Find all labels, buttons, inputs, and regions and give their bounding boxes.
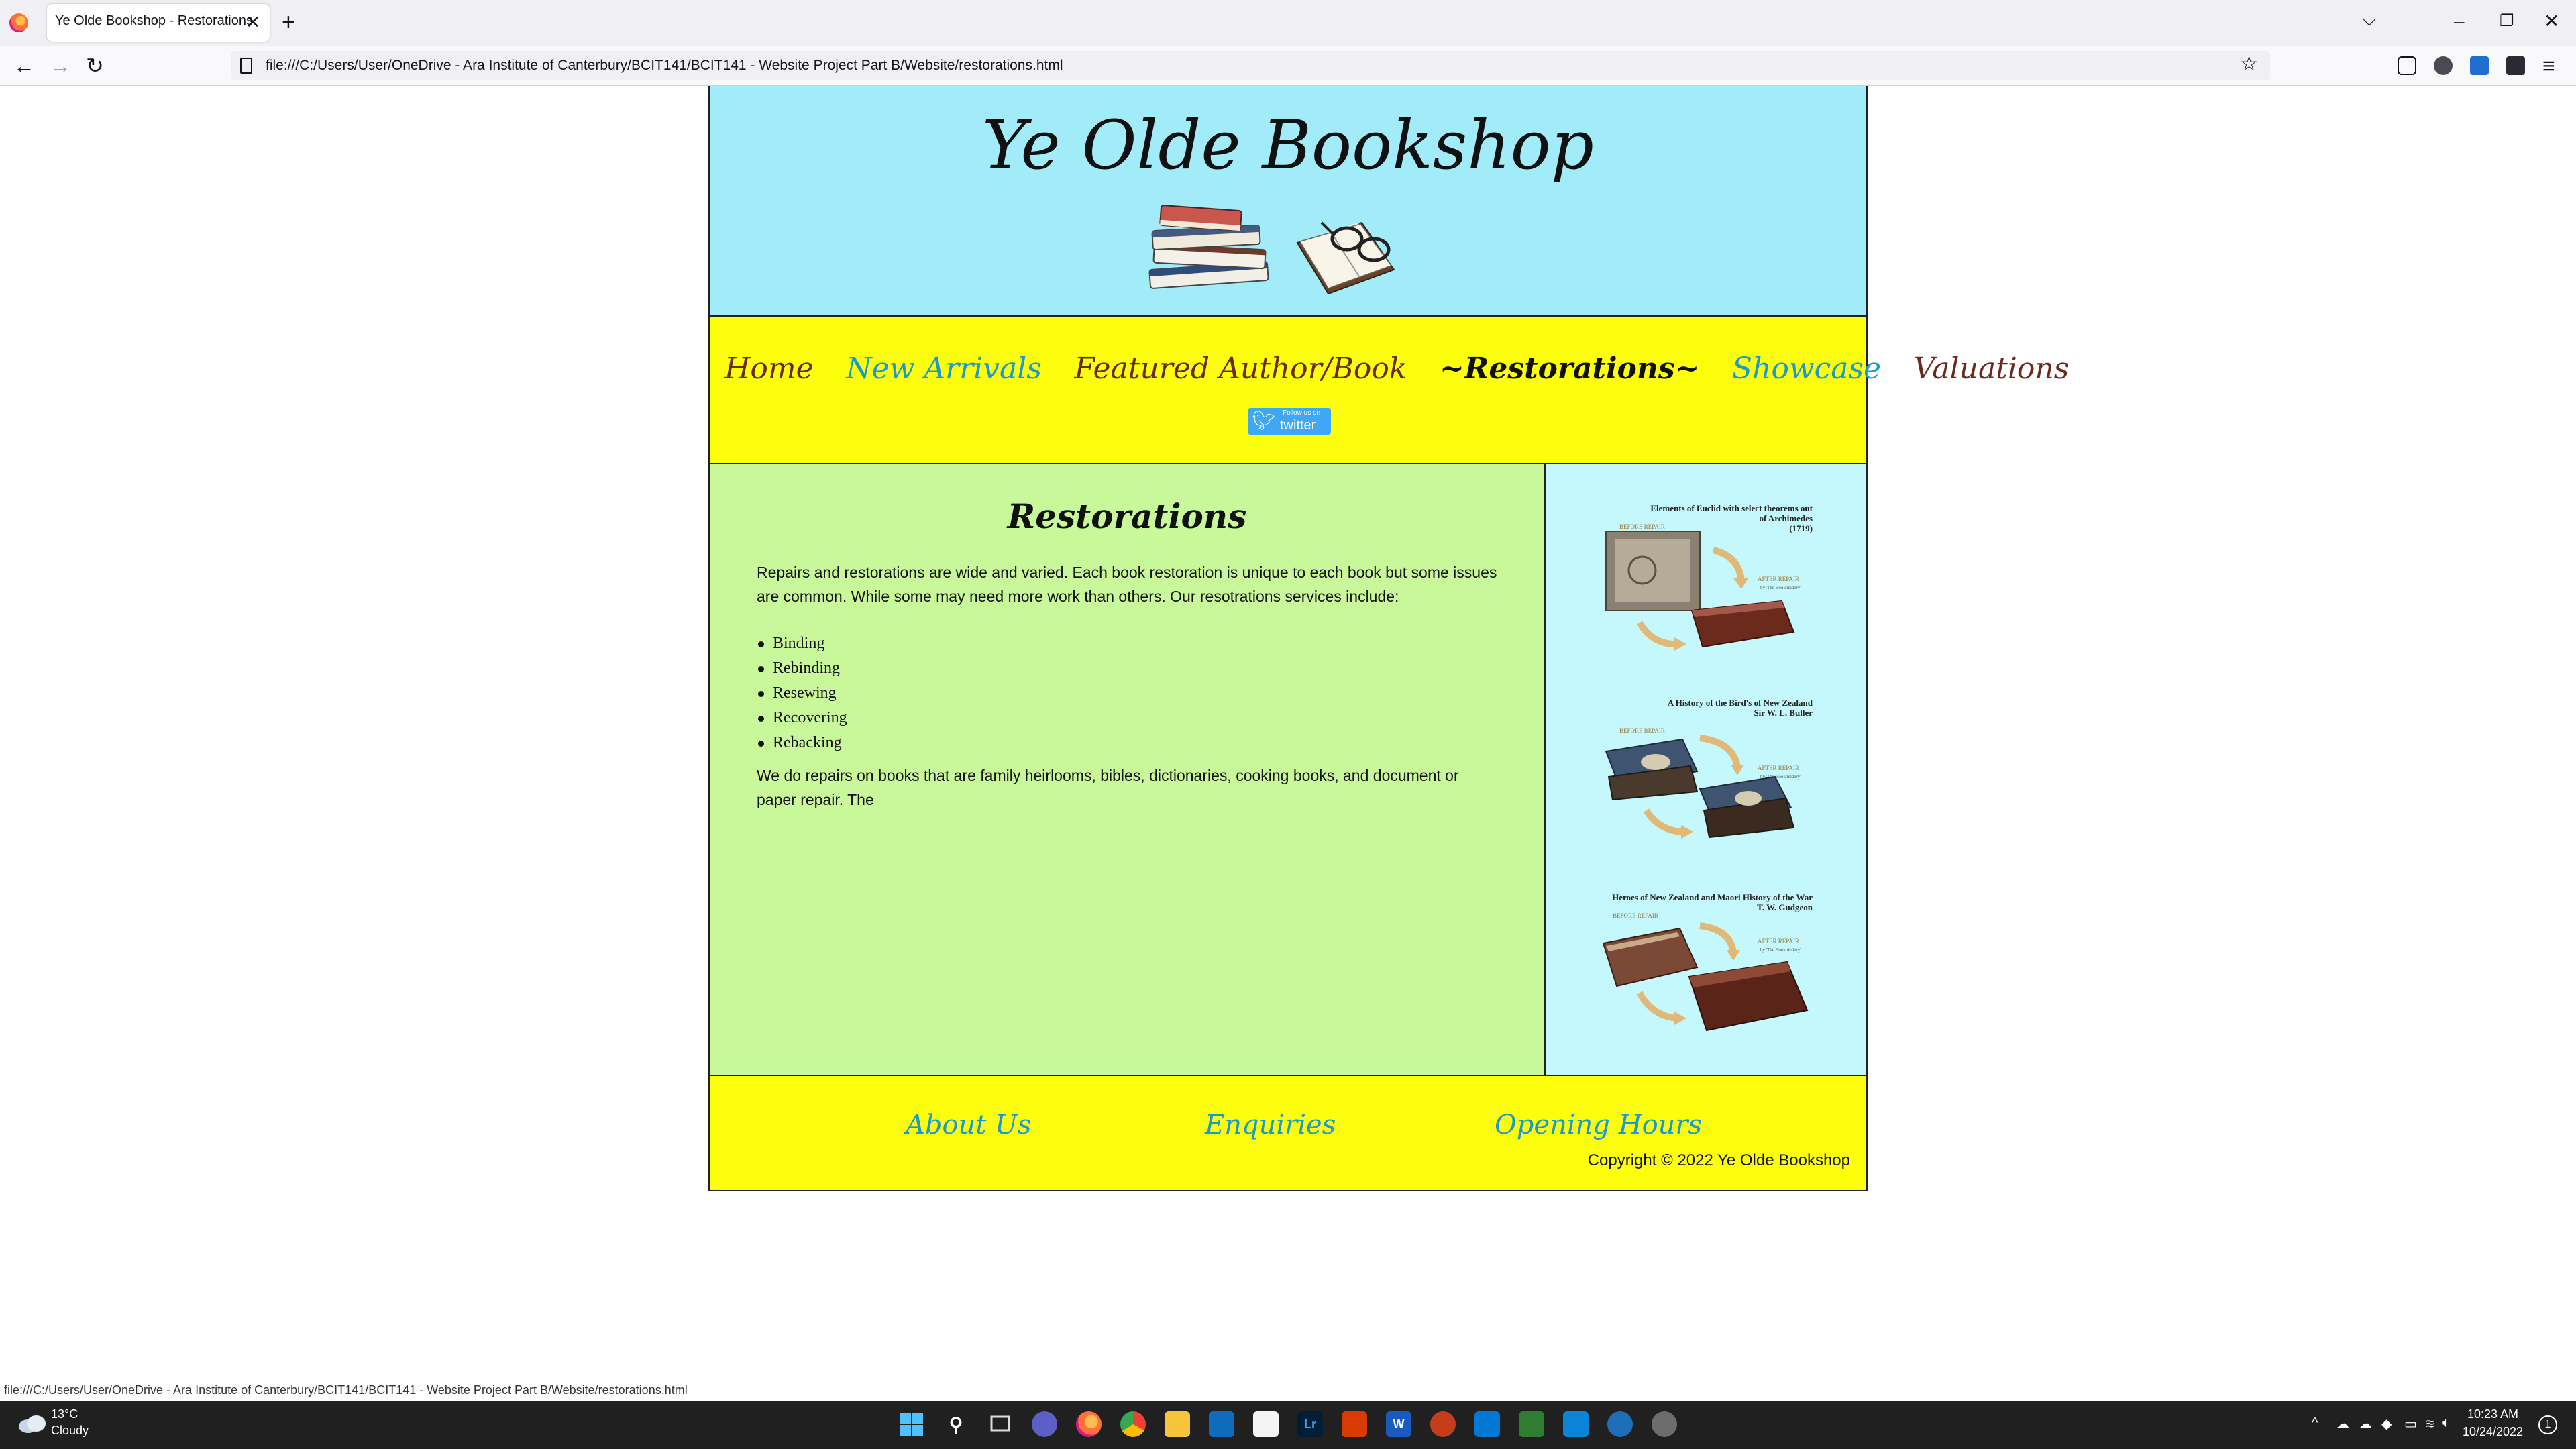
list-item: Rebinding (757, 656, 1497, 681)
teams-chat-icon[interactable] (1032, 1411, 1057, 1437)
copyright-text: Copyright © 2022 Ye Olde Bookshop (1587, 1151, 1850, 1169)
vscode-icon[interactable] (1474, 1411, 1500, 1437)
nav-link-valuations[interactable]: Valuations (1914, 352, 2070, 386)
restore-icon[interactable]: ❐ (2500, 7, 2514, 36)
weather-temperature[interactable]: 13°C (51, 1407, 78, 1421)
site-navigation: Home New Arrivals Featured Author/Book ~… (708, 317, 2069, 464)
twitter-bird-icon: 🐦︎ (1252, 410, 1276, 431)
settings-gear-icon[interactable] (1652, 1411, 1677, 1437)
notification-badge[interactable]: 1 (2538, 1415, 2557, 1434)
twitter-label: twitter (1280, 418, 1316, 433)
before-after-books-image (1602, 922, 1809, 1032)
books-and-glasses-illustration (1148, 205, 1395, 295)
book-stack-image (1148, 205, 1269, 289)
cloudy-weather-icon[interactable] (16, 1413, 48, 1434)
services-list: Binding Rebinding Resewing Recovering Re… (757, 631, 1497, 755)
sync-app-icon[interactable] (1607, 1411, 1633, 1437)
mail-icon[interactable] (1209, 1411, 1234, 1437)
account-icon[interactable] (2434, 56, 2453, 75)
browser-tab-bar: Ye Olde Bookshop - Restorations ✕ + ⌵ – … (0, 0, 2576, 46)
content-panel: Restorations Repairs and restorations ar… (708, 464, 1546, 1076)
spreadsheet-icon[interactable] (1519, 1411, 1544, 1437)
nav-link-restorations[interactable]: ~Restorations~ (1440, 352, 1700, 386)
before-after-books-image (1605, 531, 1795, 651)
bookmark-star-icon[interactable]: ☆ (2240, 52, 2258, 76)
chrome-icon[interactable] (1120, 1411, 1146, 1437)
site-header: Ye Olde Bookshop (708, 86, 1868, 317)
list-item: Rebacking (757, 731, 1497, 755)
network-icon[interactable]: ▭ (2404, 1415, 2417, 1432)
show-hidden-icons-icon[interactable]: ^ (2312, 1415, 2318, 1431)
nav-links: Home New Arrivals Featured Author/Book ~… (710, 352, 2069, 386)
search-icon[interactable]: ⚲ (943, 1411, 969, 1437)
restoration-card-euclid: Elements of Euclid with select theorems … (1599, 503, 1821, 657)
firefox-taskbar-icon[interactable] (1076, 1411, 1102, 1437)
browser-tab-active[interactable]: Ye Olde Bookshop - Restorations ✕ (47, 4, 270, 42)
forward-arrow-icon[interactable]: → (50, 52, 71, 79)
tab-title: Ye Olde Bookshop - Restorations (55, 13, 253, 28)
weather-condition[interactable]: Cloudy (51, 1424, 89, 1438)
wifi-icon[interactable]: ≋ (2424, 1415, 2436, 1432)
tab-close-icon[interactable]: ✕ (246, 11, 260, 34)
nav-link-showcase[interactable]: Showcase (1732, 352, 1881, 386)
word-icon[interactable]: W (1386, 1411, 1411, 1437)
website: Ye Olde Bookshop Home New Arrivals Featu… (708, 86, 2069, 1191)
main-area: Restorations Repairs and restorations ar… (708, 464, 1868, 1076)
new-tab-button[interactable]: + (282, 8, 295, 36)
page-file-icon (240, 58, 252, 74)
twitter-follow-button[interactable]: 🐦︎ Follow us on twitter (1248, 408, 1331, 435)
outro-paragraph: We do repairs on books that are family h… (757, 767, 1459, 808)
url-text: file:///C:/Users/User/OneDrive - Ara Ins… (266, 58, 1063, 73)
restoration-sidebar: Elements of Euclid with select theorems … (1546, 464, 1868, 1076)
minimize-icon[interactable]: – (2454, 7, 2465, 36)
powerpoint-icon[interactable] (1430, 1411, 1456, 1437)
extension-m-icon[interactable] (2470, 56, 2489, 75)
nav-link-home[interactable]: Home (724, 352, 814, 386)
restoration-card-heroes-of-nz: Heroes of New Zealand and Maori History … (1599, 892, 1821, 1046)
browser-navigation-bar: ← → ↻ file:///C:/Users/User/OneDrive - A… (0, 46, 2576, 86)
site-footer: About Us Enquiries Opening Hours Copyrig… (708, 1076, 1868, 1191)
footer-link-enquiries[interactable]: Enquiries (1205, 1110, 1336, 1140)
close-window-icon[interactable]: ✕ (2544, 7, 2559, 36)
list-item: Recovering (757, 706, 1497, 731)
status-bar-url: file:///C:/Users/User/OneDrive - Ara Ins… (4, 1383, 688, 1397)
hamburger-menu-icon[interactable]: ≡ (2542, 52, 2555, 79)
office-icon[interactable] (1342, 1411, 1367, 1437)
site-title: Ye Olde Bookshop (982, 106, 1594, 184)
notepad-icon[interactable] (1253, 1411, 1279, 1437)
page-title: Restorations (1007, 496, 1247, 536)
address-bar[interactable]: file:///C:/Users/User/OneDrive - Ara Ins… (231, 51, 2270, 80)
start-menu-icon[interactable] (899, 1411, 924, 1437)
onedrive-icon[interactable]: ☁ (2336, 1415, 2349, 1432)
clock-date[interactable]: 10/24/2022 (2459, 1425, 2526, 1439)
list-item: Binding (757, 631, 1497, 656)
volume-icon[interactable]: 🔈︎ (2442, 1415, 2450, 1431)
nav-link-featured-author-book[interactable]: Featured Author/Book (1074, 352, 1407, 386)
extension-panel-icon[interactable] (2506, 56, 2525, 75)
footer-link-about-us[interactable]: About Us (906, 1110, 1031, 1140)
pocket-icon[interactable] (2398, 56, 2416, 75)
firefox-logo-icon (9, 13, 28, 32)
restoration-card-birds-of-nz: A History of the Bird's of New Zealand S… (1599, 698, 1821, 852)
nav-link-new-arrivals[interactable]: New Arrivals (846, 352, 1042, 386)
lightroom-icon[interactable]: Lr (1297, 1411, 1323, 1437)
dropbox-icon[interactable]: ◆ (2381, 1415, 2392, 1432)
open-book-image (1296, 221, 1395, 295)
footer-link-opening-hours[interactable]: Opening Hours (1495, 1110, 1702, 1140)
onedrive-personal-icon[interactable]: ☁ (2359, 1415, 2372, 1432)
task-view-icon[interactable] (987, 1411, 1013, 1437)
reload-icon[interactable]: ↻ (86, 52, 104, 79)
windows-taskbar: 13°C Cloudy ⚲ Lr W ^ ☁ ☁ ◆ ▭ ≋ 🔈︎ 10:23 … (0, 1401, 2576, 1449)
intro-paragraph: Repairs and restorations are wide and va… (757, 564, 1497, 605)
clock-time[interactable]: 10:23 AM (2459, 1407, 2526, 1421)
twitter-follow-text: Follow us on (1283, 409, 1321, 417)
file-explorer-icon[interactable] (1165, 1411, 1190, 1437)
before-after-books-image (1605, 735, 1795, 839)
store-icon[interactable] (1563, 1411, 1589, 1437)
list-item: Resewing (757, 681, 1497, 706)
list-all-tabs-icon[interactable]: ⌵ (2363, 9, 2376, 31)
back-arrow-icon[interactable]: ← (13, 52, 35, 79)
